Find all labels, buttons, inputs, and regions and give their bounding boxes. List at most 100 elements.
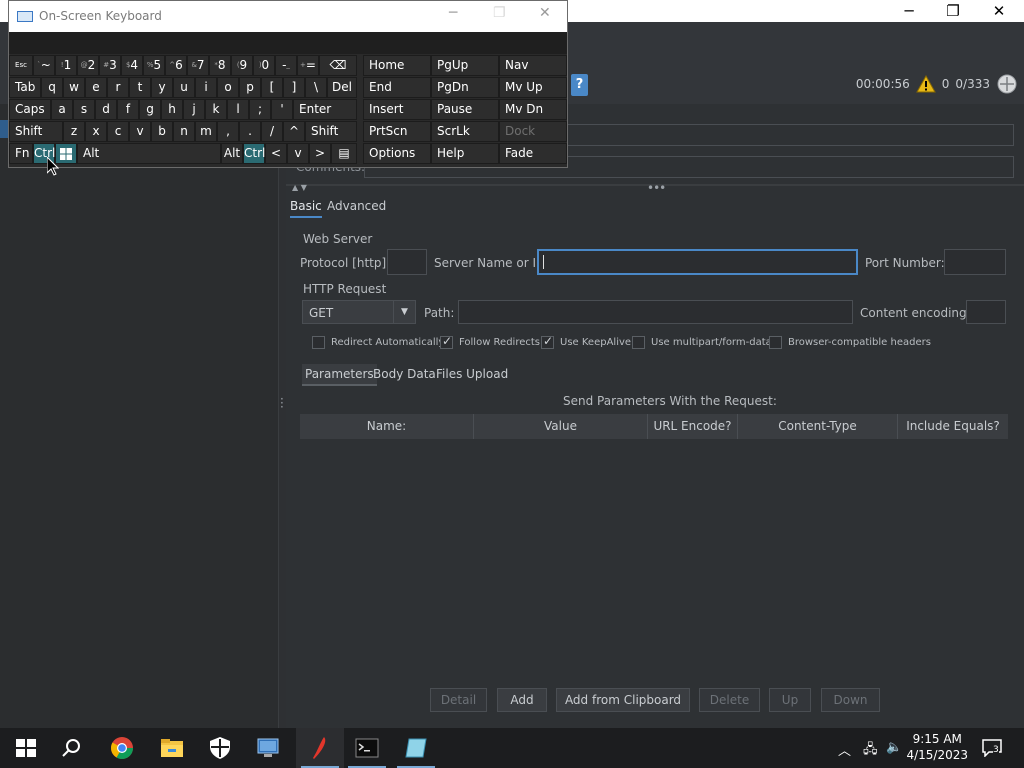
warning-icon[interactable] bbox=[915, 75, 936, 93]
key-backslash[interactable]: \ bbox=[305, 77, 327, 98]
key-3[interactable]: #3 bbox=[99, 55, 121, 76]
notification-center-icon[interactable]: 3 bbox=[982, 739, 1004, 758]
key-j[interactable]: j bbox=[183, 99, 205, 120]
jmeter-feather-icon[interactable] bbox=[308, 736, 332, 760]
osk-close-button[interactable]: ✕ bbox=[539, 5, 551, 21]
key-left-alt[interactable]: Alt bbox=[77, 143, 221, 164]
checkbox-box[interactable] bbox=[312, 336, 325, 349]
redirect-automatically-checkbox[interactable]: Redirect Automatically bbox=[312, 336, 444, 349]
key-semicolon[interactable]: ; bbox=[249, 99, 271, 120]
key-4[interactable]: $4 bbox=[121, 55, 143, 76]
terminal-icon[interactable] bbox=[355, 736, 379, 760]
key-dock[interactable]: Dock bbox=[499, 121, 567, 142]
key-tilde[interactable]: `~ bbox=[33, 55, 55, 76]
key-i[interactable]: i bbox=[195, 77, 217, 98]
tab-body-data[interactable]: Body Data bbox=[370, 364, 439, 386]
key-f[interactable]: f bbox=[117, 99, 139, 120]
key-period[interactable]: . bbox=[239, 121, 261, 142]
key-enter[interactable]: Enter bbox=[293, 99, 357, 120]
key-v[interactable]: v bbox=[129, 121, 151, 142]
follow-redirects-checkbox[interactable]: Follow Redirects bbox=[440, 334, 540, 349]
security-shield-icon[interactable] bbox=[208, 736, 232, 760]
use-keepalive-checkbox[interactable]: Use KeepAlive bbox=[541, 334, 631, 349]
key-d[interactable]: d bbox=[95, 99, 117, 120]
drag-handle-icon[interactable]: ••• bbox=[647, 181, 666, 195]
key-right-arrow[interactable]: > bbox=[309, 143, 331, 164]
key-pgup[interactable]: PgUp bbox=[431, 55, 499, 76]
tab-basic[interactable]: Basic bbox=[290, 199, 322, 218]
key-m[interactable]: m bbox=[195, 121, 217, 142]
key-z[interactable]: z bbox=[63, 121, 85, 142]
key-0[interactable]: )0 bbox=[253, 55, 275, 76]
up-button[interactable]: Up bbox=[769, 688, 811, 712]
globe-icon[interactable] bbox=[996, 73, 1018, 95]
test-plan-tree[interactable] bbox=[0, 104, 278, 728]
key-left-shift[interactable]: Shift bbox=[9, 121, 63, 142]
key-l[interactable]: l bbox=[227, 99, 249, 120]
osk-titlebar[interactable]: On-Screen Keyboard ─ ❐ ✕ bbox=[9, 1, 567, 32]
path-input[interactable] bbox=[458, 300, 853, 324]
column-header-name[interactable]: Name: bbox=[300, 414, 474, 439]
key-up-arrow[interactable]: ^ bbox=[283, 121, 305, 142]
tab-parameters[interactable]: Parameters bbox=[302, 364, 377, 386]
volume-icon[interactable]: 🔈 bbox=[886, 740, 902, 755]
keyboard-app-icon[interactable] bbox=[404, 736, 428, 760]
detail-button[interactable]: Detail bbox=[430, 688, 487, 712]
key-g[interactable]: g bbox=[139, 99, 161, 120]
key-down-arrow[interactable]: v bbox=[287, 143, 309, 164]
menu-key-icon[interactable]: ▤ bbox=[331, 143, 357, 164]
key-quote[interactable]: ' bbox=[271, 99, 293, 120]
key-pgdn[interactable]: PgDn bbox=[431, 77, 499, 98]
splitter[interactable] bbox=[278, 104, 286, 728]
key-caps[interactable]: Caps bbox=[9, 99, 51, 120]
key-minus[interactable]: -_ bbox=[275, 55, 297, 76]
chrome-icon[interactable] bbox=[110, 736, 134, 760]
key-r[interactable]: r bbox=[107, 77, 129, 98]
minimize-button[interactable]: ─ bbox=[886, 0, 932, 22]
key-k[interactable]: k bbox=[205, 99, 227, 120]
down-button[interactable]: Down bbox=[821, 688, 880, 712]
search-icon[interactable] bbox=[60, 736, 84, 760]
collapse-arrows-icon[interactable]: ▲ ▼ bbox=[292, 183, 307, 192]
key-close-bracket[interactable]: ] bbox=[283, 77, 305, 98]
backspace-key[interactable]: ⌫ bbox=[319, 55, 357, 76]
network-icon[interactable]: 🖧 bbox=[863, 740, 878, 762]
protocol-input[interactable] bbox=[387, 249, 427, 275]
column-header-content-type[interactable]: Content-Type bbox=[738, 414, 898, 439]
help-button[interactable]: ? bbox=[571, 74, 588, 96]
key-c[interactable]: c bbox=[107, 121, 129, 142]
key-insert[interactable]: Insert bbox=[363, 99, 431, 120]
column-header-value[interactable]: Value bbox=[474, 414, 648, 439]
key-mv-dn[interactable]: Mv Dn bbox=[499, 99, 567, 120]
key-pause[interactable]: Pause bbox=[431, 99, 499, 120]
key-q[interactable]: q bbox=[41, 77, 63, 98]
checkbox-box[interactable] bbox=[440, 334, 453, 349]
key-right-shift[interactable]: Shift bbox=[305, 121, 357, 142]
close-button[interactable]: ✕ bbox=[976, 0, 1022, 22]
key-t[interactable]: t bbox=[129, 77, 151, 98]
key-p[interactable]: p bbox=[239, 77, 261, 98]
key-comma[interactable]: , bbox=[217, 121, 239, 142]
osk-maximize-button[interactable]: ❐ bbox=[493, 5, 506, 21]
key-e[interactable]: e bbox=[85, 77, 107, 98]
key-n[interactable]: n bbox=[173, 121, 195, 142]
key-help[interactable]: Help bbox=[431, 143, 499, 164]
key-mv-up[interactable]: Mv Up bbox=[499, 77, 567, 98]
checkbox-box[interactable] bbox=[769, 336, 782, 349]
key-esc[interactable]: Esc bbox=[9, 55, 33, 76]
content-encoding-input[interactable] bbox=[966, 300, 1006, 324]
splitter-grip-icon[interactable]: · · · bbox=[280, 393, 284, 413]
key-tab[interactable]: Tab bbox=[9, 77, 41, 98]
key-b[interactable]: b bbox=[151, 121, 173, 142]
key-y[interactable]: y bbox=[151, 77, 173, 98]
key-2[interactable]: @2 bbox=[77, 55, 99, 76]
key-options[interactable]: Options bbox=[363, 143, 431, 164]
key-left-arrow[interactable]: < bbox=[265, 143, 287, 164]
key-9[interactable]: (9 bbox=[231, 55, 253, 76]
key-prtscn[interactable]: PrtScn bbox=[363, 121, 431, 142]
key-w[interactable]: w bbox=[63, 77, 85, 98]
column-header-include-equals[interactable]: Include Equals? bbox=[898, 414, 1008, 439]
key-right-alt[interactable]: Alt bbox=[221, 143, 243, 164]
checkbox-box[interactable] bbox=[632, 336, 645, 349]
tab-files-upload[interactable]: Files Upload bbox=[433, 364, 511, 386]
